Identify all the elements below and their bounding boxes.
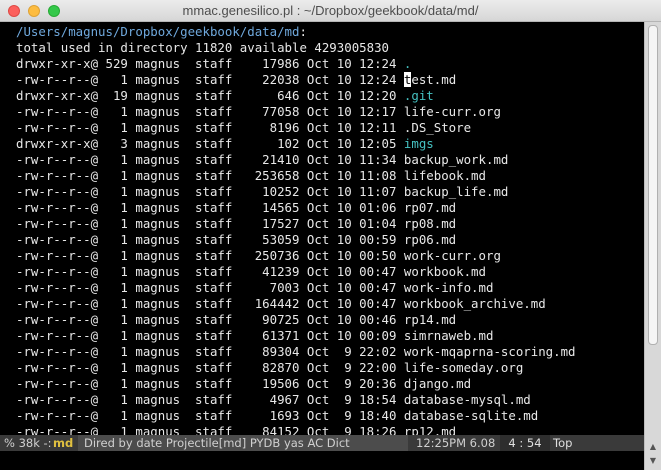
scroll-thumb[interactable] bbox=[648, 25, 658, 345]
file-row[interactable]: drwxr-xr-x@ 529 magnus staff 17986 Oct 1… bbox=[16, 56, 576, 72]
scroll-position: Top bbox=[553, 436, 573, 450]
directory-name[interactable]: imgs bbox=[404, 136, 434, 151]
file-attributes: -rw-r--r--@ 1 magnus staff 53059 Oct 10 … bbox=[16, 232, 404, 247]
file-row[interactable]: -rw-r--r--@ 1 magnus staff 10252 Oct 10 … bbox=[16, 184, 576, 200]
directory-name[interactable]: .git bbox=[404, 88, 434, 103]
vertical-scrollbar[interactable]: ▲ ▼ bbox=[644, 22, 661, 470]
mode-line: % 38k -: md Dired by date Projectile[md]… bbox=[0, 435, 644, 451]
file-name[interactable]: database-sqlite.md bbox=[404, 408, 538, 423]
file-name[interactable]: rp14.md bbox=[404, 312, 456, 327]
file-name[interactable]: rp06.md bbox=[404, 232, 456, 247]
directory-header[interactable]: /Users/magnus/Dropbox/geekbook/data/md: bbox=[16, 24, 576, 40]
file-name[interactable]: simrnaweb.md bbox=[404, 328, 494, 343]
file-attributes: -rw-r--r--@ 1 magnus staff 82870 Oct 9 2… bbox=[16, 360, 404, 375]
buffer-status: % 38k -: bbox=[4, 436, 52, 450]
file-name[interactable]: test.md bbox=[403, 72, 456, 87]
file-name[interactable]: workbook_archive.md bbox=[404, 296, 546, 311]
file-row[interactable]: -rw-r--r--@ 1 magnus staff 8196 Oct 10 1… bbox=[16, 120, 576, 136]
buffer-name[interactable]: md bbox=[53, 435, 73, 451]
file-row[interactable]: -rw-r--r--@ 1 magnus staff 7003 Oct 10 0… bbox=[16, 280, 576, 296]
file-attributes: -rw-r--r--@ 1 magnus staff 89304 Oct 9 2… bbox=[16, 344, 404, 359]
file-row[interactable]: -rw-r--r--@ 1 magnus staff 61371 Oct 10 … bbox=[16, 328, 576, 344]
file-row[interactable]: -rw-r--r--@ 1 magnus staff 250736 Oct 10… bbox=[16, 248, 576, 264]
file-attributes: -rw-r--r--@ 1 magnus staff 22038 Oct 10 … bbox=[16, 72, 404, 87]
file-row[interactable]: -rw-r--r--@ 1 magnus staff 89304 Oct 9 2… bbox=[16, 344, 576, 360]
file-name[interactable]: life-someday.org bbox=[404, 360, 523, 375]
directory-path: /Users/magnus/Dropbox/geekbook/data/md bbox=[16, 24, 300, 39]
up-arrow-icon[interactable]: ▲ bbox=[645, 440, 661, 454]
file-name[interactable]: backup_work.md bbox=[404, 152, 508, 167]
file-row[interactable]: -rw-r--r--@ 1 magnus staff 21410 Oct 10 … bbox=[16, 152, 576, 168]
file-row[interactable]: -rw-r--r--@ 1 magnus staff 22038 Oct 10 … bbox=[16, 72, 576, 88]
file-row[interactable]: -rw-r--r--@ 1 magnus staff 253658 Oct 10… bbox=[16, 168, 576, 184]
directory-summary: total used in directory 11820 available … bbox=[16, 40, 389, 55]
file-attributes: -rw-r--r--@ 1 magnus staff 8196 Oct 10 1… bbox=[16, 120, 404, 135]
file-name[interactable]: work-mqaprna-scoring.md bbox=[404, 344, 576, 359]
file-attributes: -rw-r--r--@ 1 magnus staff 7003 Oct 10 0… bbox=[16, 280, 404, 295]
file-attributes: -rw-r--r--@ 1 magnus staff 4967 Oct 9 18… bbox=[16, 392, 404, 407]
file-attributes: drwxr-xr-x@ 529 magnus staff 17986 Oct 1… bbox=[16, 56, 404, 71]
dired-lines: /Users/magnus/Dropbox/geekbook/data/md: … bbox=[16, 24, 576, 435]
file-name[interactable]: django.md bbox=[404, 376, 471, 391]
file-row[interactable]: drwxr-xr-x@ 19 magnus staff 646 Oct 10 1… bbox=[16, 88, 576, 104]
file-name[interactable]: workbook.md bbox=[404, 264, 486, 279]
file-row[interactable]: -rw-r--r--@ 1 magnus staff 90725 Oct 10 … bbox=[16, 312, 576, 328]
directory-name[interactable]: . bbox=[404, 56, 411, 71]
file-attributes: -rw-r--r--@ 1 magnus staff 61371 Oct 10 … bbox=[16, 328, 404, 343]
file-row[interactable]: -rw-r--r--@ 1 magnus staff 164442 Oct 10… bbox=[16, 296, 576, 312]
cursor-position: 4 : 54 bbox=[500, 435, 550, 451]
file-row[interactable]: -rw-r--r--@ 1 magnus staff 77058 Oct 10 … bbox=[16, 104, 576, 120]
echo-area[interactable] bbox=[0, 451, 644, 470]
file-attributes: -rw-r--r--@ 1 magnus staff 77058 Oct 10 … bbox=[16, 104, 404, 119]
file-name[interactable]: rp12.md bbox=[404, 424, 456, 435]
file-name[interactable]: rp07.md bbox=[404, 200, 456, 215]
file-attributes: -rw-r--r--@ 1 magnus staff 10252 Oct 10 … bbox=[16, 184, 404, 199]
file-name[interactable]: work-info.md bbox=[404, 280, 494, 295]
file-name[interactable]: database-mysql.md bbox=[404, 392, 531, 407]
file-attributes: -rw-r--r--@ 1 magnus staff 253658 Oct 10… bbox=[16, 168, 404, 183]
dired-buffer[interactable]: /Users/magnus/Dropbox/geekbook/data/md: … bbox=[0, 22, 644, 435]
file-name[interactable]: .DS_Store bbox=[404, 120, 471, 135]
file-attributes: drwxr-xr-x@ 19 magnus staff 646 Oct 10 1… bbox=[16, 88, 404, 103]
file-row[interactable]: -rw-r--r--@ 1 magnus staff 17527 Oct 10 … bbox=[16, 216, 576, 232]
file-row[interactable]: -rw-r--r--@ 1 magnus staff 84152 Oct 9 1… bbox=[16, 424, 576, 435]
file-name[interactable]: work-curr.org bbox=[404, 248, 501, 263]
file-row[interactable]: -rw-r--r--@ 1 magnus staff 14565 Oct 10 … bbox=[16, 200, 576, 216]
file-attributes: -rw-r--r--@ 1 magnus staff 1693 Oct 9 18… bbox=[16, 408, 404, 423]
file-row[interactable]: -rw-r--r--@ 1 magnus staff 4967 Oct 9 18… bbox=[16, 392, 576, 408]
down-arrow-icon[interactable]: ▼ bbox=[645, 454, 661, 468]
file-attributes: -rw-r--r--@ 1 magnus staff 17527 Oct 10 … bbox=[16, 216, 404, 231]
file-name[interactable]: backup_life.md bbox=[404, 184, 508, 199]
file-attributes: -rw-r--r--@ 1 magnus staff 14565 Oct 10 … bbox=[16, 200, 404, 215]
file-row[interactable]: -rw-r--r--@ 1 magnus staff 19506 Oct 9 2… bbox=[16, 376, 576, 392]
file-list: drwxr-xr-x@ 529 magnus staff 17986 Oct 1… bbox=[16, 56, 576, 435]
file-name[interactable]: lifebook.md bbox=[404, 168, 486, 183]
file-attributes: -rw-r--r--@ 1 magnus staff 21410 Oct 10 … bbox=[16, 152, 404, 167]
major-minor-modes[interactable]: Dired by date Projectile[md] PYDB yas AC… bbox=[78, 435, 408, 451]
file-attributes: drwxr-xr-x@ 3 magnus staff 102 Oct 10 12… bbox=[16, 136, 404, 151]
window-title: mmac.genesilico.pl : ~/Dropbox/geekbook/… bbox=[182, 3, 479, 18]
file-row[interactable]: -rw-r--r--@ 1 magnus staff 1693 Oct 9 18… bbox=[16, 408, 576, 424]
file-attributes: -rw-r--r--@ 1 magnus staff 90725 Oct 10 … bbox=[16, 312, 404, 327]
file-attributes: -rw-r--r--@ 1 magnus staff 84152 Oct 9 1… bbox=[16, 424, 404, 435]
file-row[interactable]: -rw-r--r--@ 1 magnus staff 41239 Oct 10 … bbox=[16, 264, 576, 280]
file-attributes: -rw-r--r--@ 1 magnus staff 41239 Oct 10 … bbox=[16, 264, 404, 279]
file-row[interactable]: drwxr-xr-x@ 3 magnus staff 102 Oct 10 12… bbox=[16, 136, 576, 152]
file-row[interactable]: -rw-r--r--@ 1 magnus staff 53059 Oct 10 … bbox=[16, 232, 576, 248]
file-name[interactable]: rp08.md bbox=[404, 216, 456, 231]
file-attributes: -rw-r--r--@ 1 magnus staff 19506 Oct 9 2… bbox=[16, 376, 404, 391]
file-attributes: -rw-r--r--@ 1 magnus staff 164442 Oct 10… bbox=[16, 296, 404, 311]
clock-load: 12:25PM 6.08 bbox=[416, 436, 496, 450]
file-attributes: -rw-r--r--@ 1 magnus staff 250736 Oct 10… bbox=[16, 248, 404, 263]
file-row[interactable]: -rw-r--r--@ 1 magnus staff 82870 Oct 9 2… bbox=[16, 360, 576, 376]
title-bar: mmac.genesilico.pl : ~/Dropbox/geekbook/… bbox=[0, 0, 661, 22]
file-name[interactable]: life-curr.org bbox=[404, 104, 501, 119]
